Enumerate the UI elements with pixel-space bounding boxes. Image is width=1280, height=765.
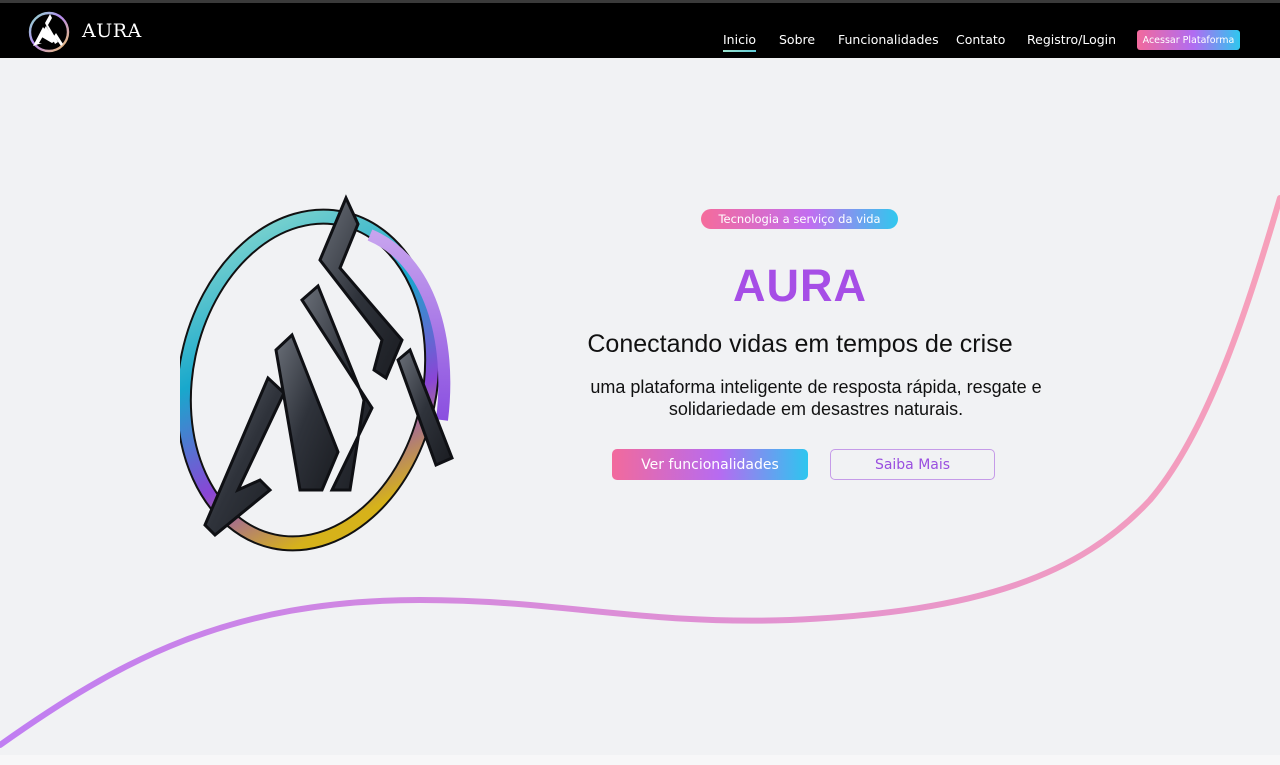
hero-description: uma plataforma inteligente de resposta r… <box>590 377 1042 419</box>
navbar: AURA Inicio Sobre Funcionalidades Contat… <box>0 3 1280 58</box>
aura-hero-logo-icon <box>180 194 454 552</box>
bottom-strip <box>0 755 1280 765</box>
access-platform-button[interactable]: Acessar Plataforma <box>1137 30 1240 50</box>
hero-subtitle: Conectando vidas em tempos de crise <box>587 330 1013 358</box>
nav-item-registro-login[interactable]: Registro/Login <box>1027 32 1116 47</box>
aura-logo-icon <box>28 11 70 53</box>
view-features-button[interactable]: Ver funcionalidades <box>612 449 808 480</box>
brand[interactable]: AURA <box>27 9 142 53</box>
nav-item-funcionalidades[interactable]: Funcionalidades <box>838 32 939 47</box>
hero-tag-badge: Tecnologia a serviço da vida <box>701 209 898 229</box>
brand-name: AURA <box>82 20 142 42</box>
nav-item-contato[interactable]: Contato <box>956 32 1005 47</box>
hero-title: AURA <box>733 260 867 311</box>
nav-item-sobre[interactable]: Sobre <box>779 32 815 47</box>
learn-more-button[interactable]: Saiba Mais <box>830 449 995 480</box>
nav-item-inicio[interactable]: Inicio <box>723 32 757 52</box>
